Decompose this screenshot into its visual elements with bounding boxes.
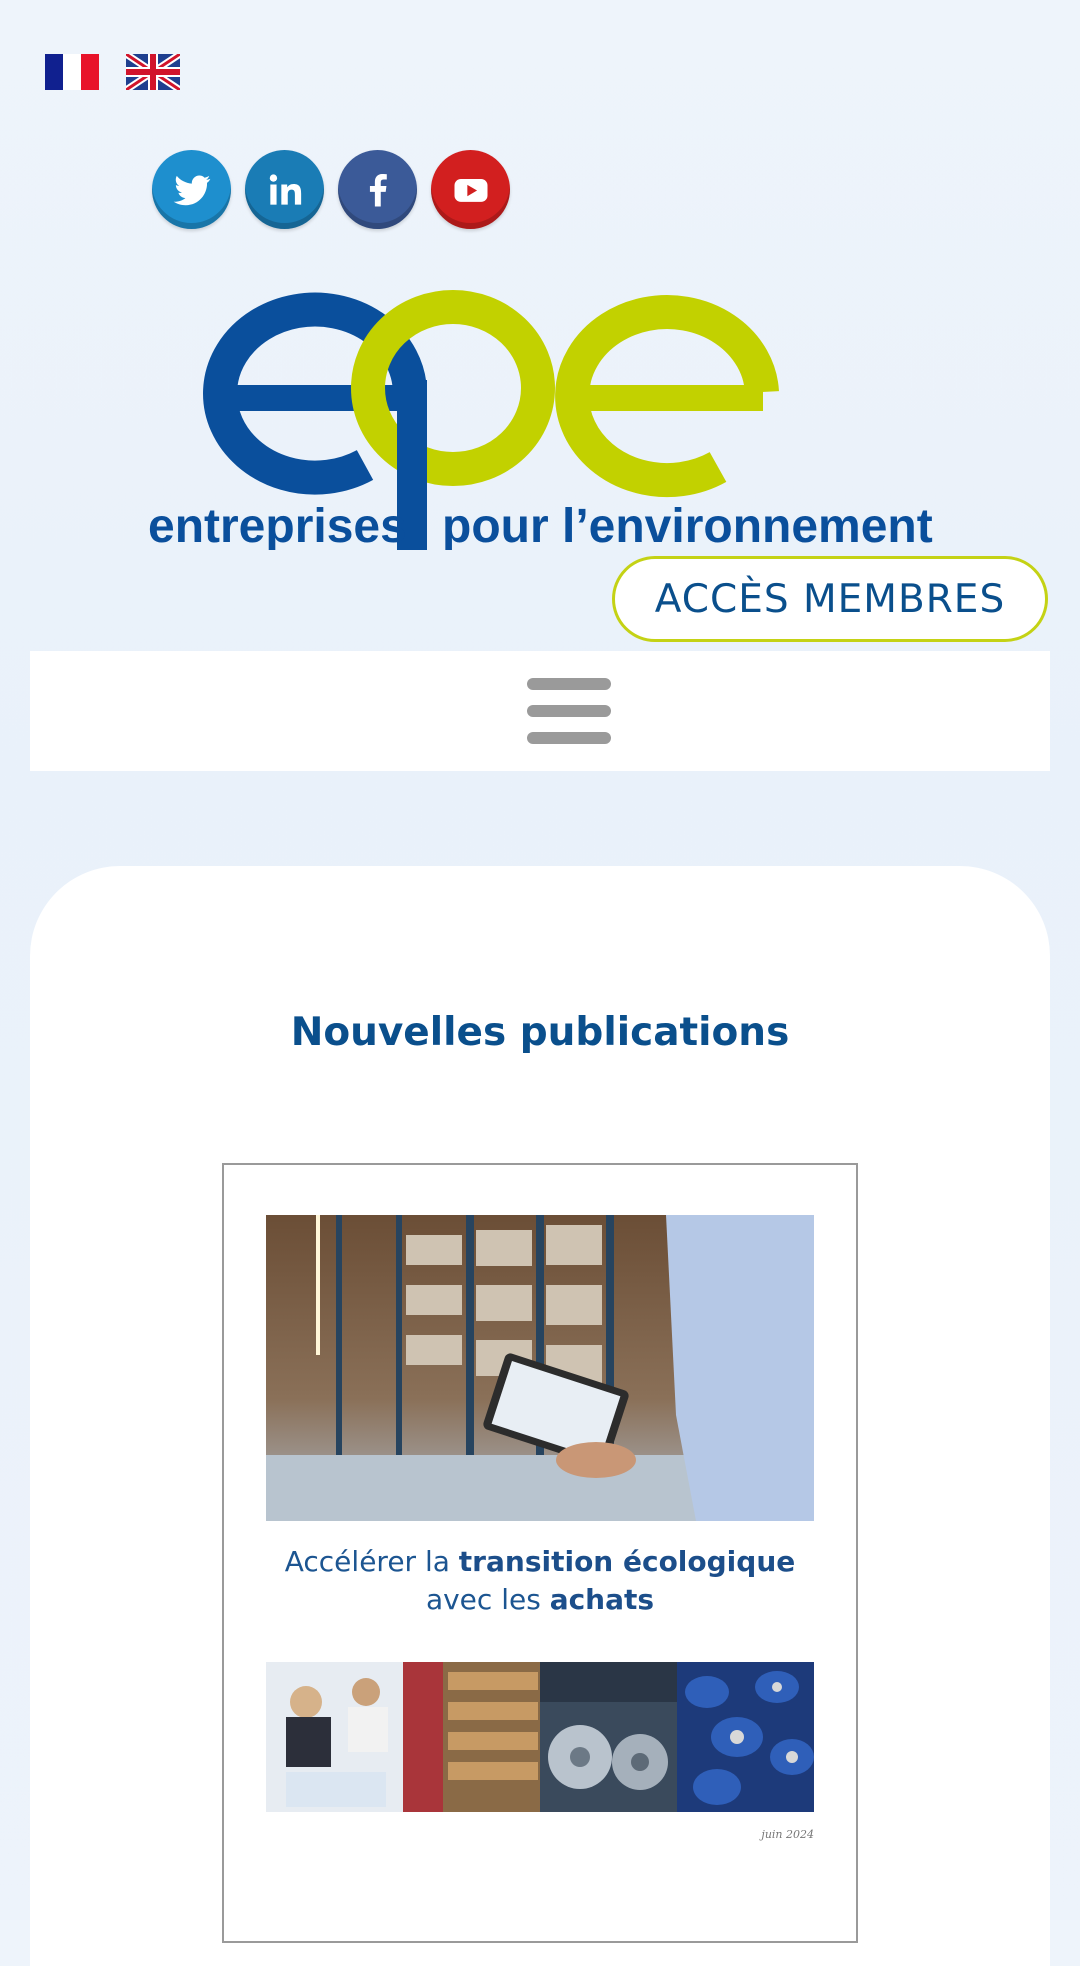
facebook-icon[interactable] — [338, 150, 417, 229]
epe-logo[interactable]: entreprises pour l’environnement — [140, 290, 950, 550]
youtube-icon[interactable] — [431, 150, 510, 229]
publication-photo-strip — [266, 1662, 814, 1812]
flag-france-icon[interactable] — [45, 54, 99, 90]
hamburger-menu-icon[interactable] — [527, 678, 611, 744]
logo-tagline-right: pour l’environnement — [442, 500, 933, 550]
linkedin-icon[interactable] — [245, 150, 324, 229]
flag-uk-icon[interactable] — [126, 54, 180, 90]
section-title: Nouvelles publications — [290, 1010, 790, 1055]
language-switcher — [45, 54, 180, 90]
textile-spools-photo — [677, 1662, 814, 1812]
navbar — [30, 651, 1050, 771]
steel-coils-photo — [540, 1662, 677, 1812]
twitter-icon[interactable] — [152, 150, 231, 229]
publication-title: Accélérer la transition écologique avec … — [284, 1545, 796, 1616]
office-photo — [266, 1662, 403, 1812]
logo-tagline-left: entreprises — [148, 500, 407, 550]
publication-cover[interactable]: Accélérer la transition écologique avec … — [222, 1163, 858, 1943]
warehouse-photo — [266, 1215, 814, 1521]
publication-date: juin 2024 — [761, 1828, 814, 1841]
timber-photo — [403, 1662, 540, 1812]
member-access-button[interactable]: ACCÈS MEMBRES — [612, 556, 1048, 642]
social-links — [152, 150, 510, 229]
